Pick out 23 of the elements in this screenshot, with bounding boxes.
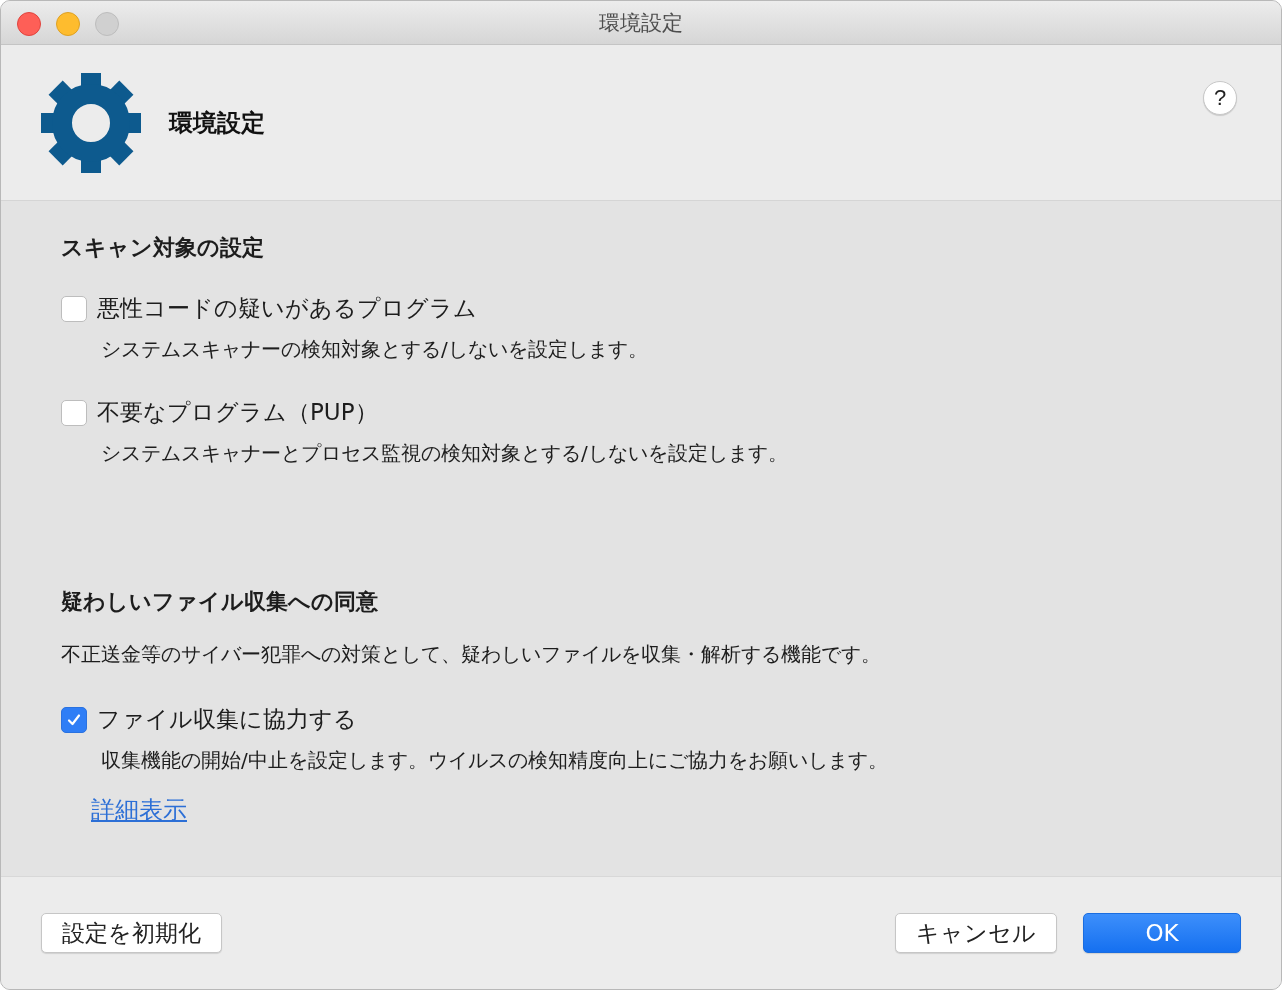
ok-button[interactable]: OK (1083, 913, 1241, 953)
section-title: スキャン対象の設定 (61, 234, 264, 262)
checkbox[interactable] (61, 706, 87, 733)
gear-icon (41, 72, 141, 173)
checkbox-label[interactable]: ファイル収集に協力する (97, 704, 357, 735)
window-title: 環境設定 (599, 9, 683, 37)
section-description: 不正送金等のサイバー犯罪への対策として、疑わしいファイルを収集・解析する機能です。 (61, 641, 881, 668)
zoom-button[interactable] (95, 12, 119, 36)
minimize-button[interactable] (56, 12, 80, 36)
header-title: 環境設定 (169, 107, 265, 139)
details-link[interactable]: 詳細表示 (91, 794, 187, 826)
close-button[interactable] (17, 12, 41, 36)
option-description: システムスキャナーとプロセス監視の検知対象とする/しないを設定します。 (101, 440, 788, 467)
checkbox-label[interactable]: 悪性コードの疑いがあるプログラム (97, 293, 477, 324)
checkbox[interactable] (61, 295, 87, 322)
help-button[interactable]: ? (1203, 81, 1237, 115)
checkbox[interactable] (61, 399, 87, 426)
section-title: 疑わしいファイル収集への同意 (61, 588, 378, 616)
option-description: 収集機能の開始/中止を設定します。ウイルスの検知精度向上にご協力をお願いします。 (101, 747, 888, 774)
option-description: システムスキャナーの検知対象とする/しないを設定します。 (101, 336, 648, 363)
checkbox-label[interactable]: 不要なプログラム（PUP） (97, 397, 378, 428)
cancel-button[interactable]: キャンセル (895, 913, 1057, 953)
reset-button[interactable]: 設定を初期化 (41, 913, 222, 953)
